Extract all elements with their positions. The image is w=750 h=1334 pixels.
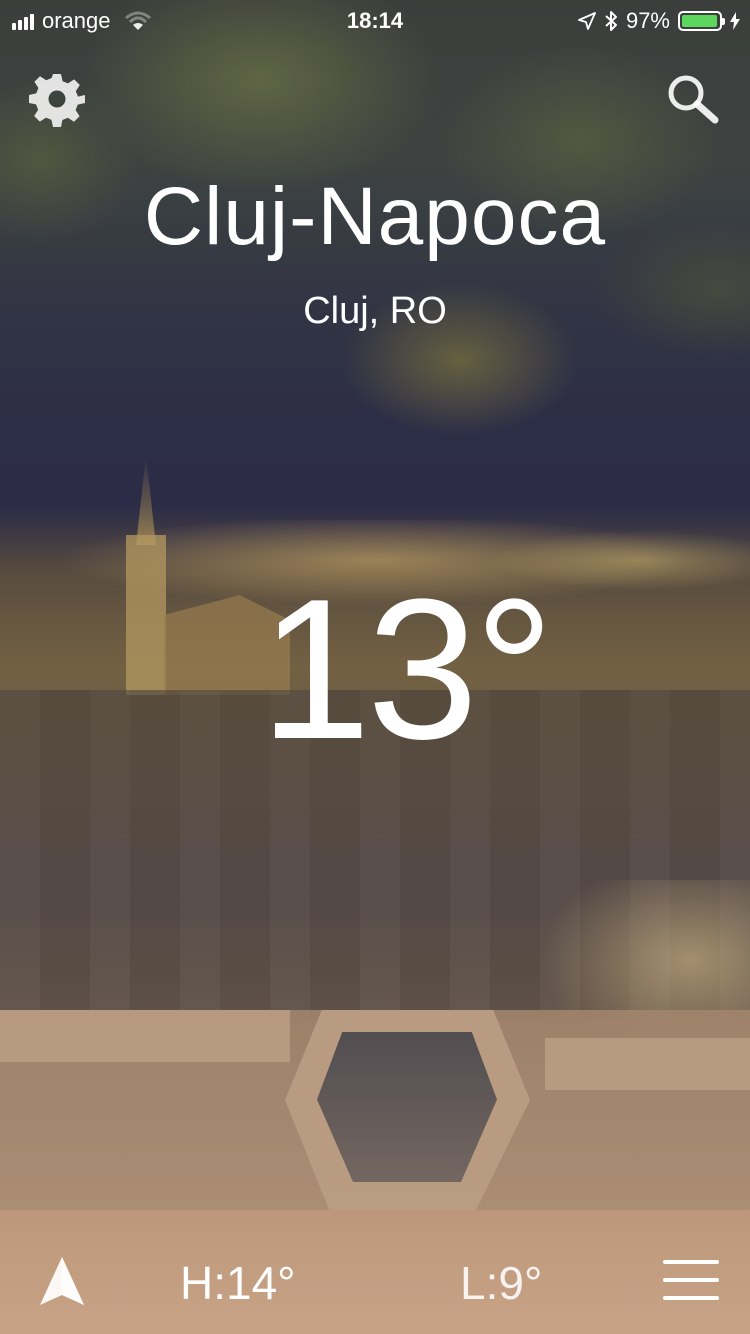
low-temperature: L:9° [460,1257,543,1309]
region-label: Cluj, RO [303,290,447,332]
bluetooth-icon [605,11,617,31]
high-temperature: H:14° [180,1257,296,1309]
hamburger-menu-icon [663,1260,719,1300]
current-location-button[interactable] [38,1255,86,1307]
charging-bolt-icon [730,12,740,30]
search-button[interactable] [663,70,721,128]
search-icon [668,75,719,124]
status-bar: orange 18:14 97% [0,0,750,40]
gear-icon [29,74,85,127]
current-temperature: 13° [259,558,554,781]
battery-percent: 97% [625,8,670,33]
battery-icon [678,11,725,31]
location-arrow-icon [578,12,596,30]
navigation-arrow-icon [40,1257,84,1305]
menu-button[interactable] [663,1260,719,1304]
settings-button[interactable] [28,70,86,128]
city-name: Cluj-Napoca [143,171,607,262]
